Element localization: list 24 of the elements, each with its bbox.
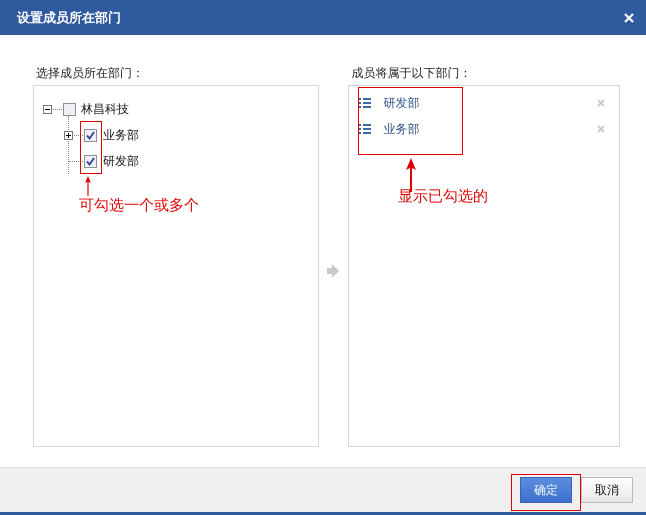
list-icon	[359, 98, 372, 108]
panel-label: 选择成员所在部门：	[35, 65, 145, 82]
checkbox[interactable]	[84, 128, 97, 142]
window-title: 设置成员所在部门	[17, 10, 121, 26]
tree-item[interactable]: 业务部	[103, 126, 139, 144]
annotation-arrow	[83, 176, 93, 196]
selected-department: 业务部	[383, 120, 420, 138]
annotation-text: 显示已勾选的	[398, 187, 488, 206]
collapse-icon[interactable]	[43, 104, 52, 114]
tree-item[interactable]: 林昌科技	[81, 100, 129, 118]
arrow-right-icon	[327, 264, 340, 278]
list-icon	[359, 124, 372, 134]
cancel-button[interactable]: 取消	[581, 477, 633, 503]
panel-label: 成员将属于以下部门：	[350, 65, 472, 82]
checkbox[interactable]	[84, 154, 97, 168]
highlight-box	[511, 474, 581, 511]
confirm-button[interactable]: 确定	[520, 477, 572, 503]
annotation-text: 可勾选一个或多个	[79, 196, 199, 215]
tree-item[interactable]: 研发部	[103, 152, 139, 170]
selected-department: 研发部	[383, 94, 420, 112]
expand-icon[interactable]	[64, 130, 73, 140]
highlight-box	[80, 121, 102, 174]
checkbox[interactable]	[63, 102, 76, 116]
close-icon[interactable]	[624, 12, 634, 22]
